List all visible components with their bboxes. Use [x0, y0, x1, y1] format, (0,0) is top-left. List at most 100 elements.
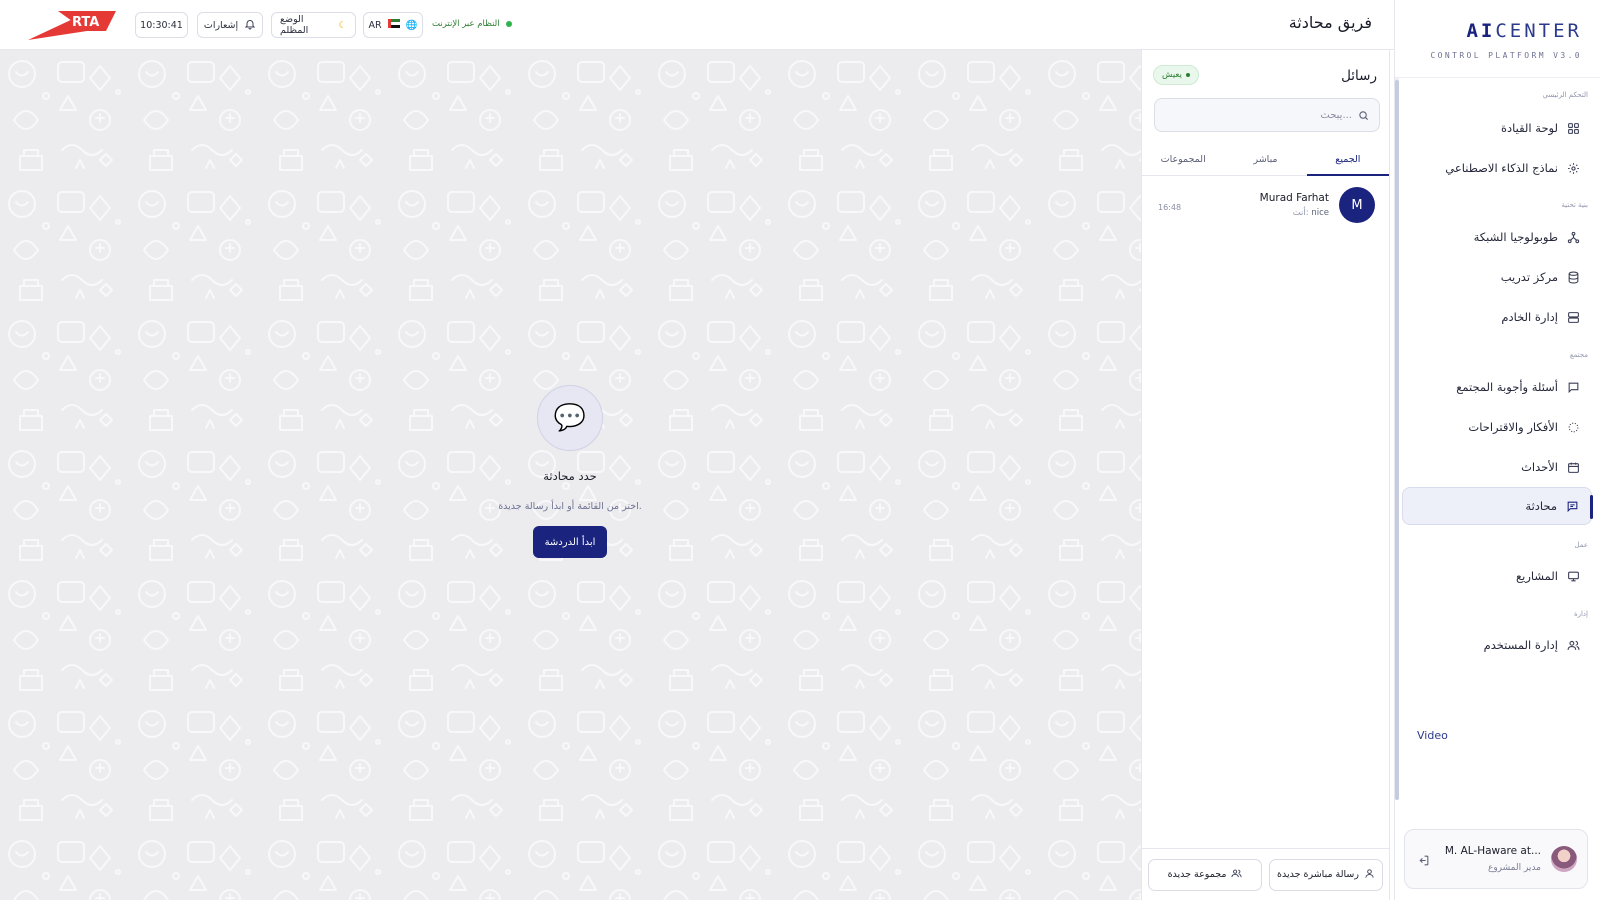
user-text: M. AL-Haware at... مدير المشروع: [1445, 845, 1541, 873]
live-dot: [1185, 73, 1190, 77]
empty-state-subtitle: اختر من القائمة أو ابدأ رسالة جديدة.: [498, 501, 642, 512]
rta-logo: RTA: [28, 9, 120, 47]
messages-actions: مجموعة جديدة رسالة مباشرة جديدة: [1142, 848, 1389, 900]
search-box: [1154, 98, 1380, 132]
new-direct-label: رسالة مباشرة جديدة: [1277, 869, 1359, 880]
brand-ai: AI: [1466, 20, 1496, 42]
page-title: فريق محادثة: [1288, 13, 1372, 32]
section-admin: إدارة: [1573, 610, 1588, 618]
brand-center: CENTER: [1495, 20, 1582, 42]
globe-icon: 🌐: [405, 19, 418, 31]
lightbulb-icon: [1566, 420, 1580, 434]
search-icon: [1358, 106, 1369, 125]
app-root: 💬 حدد محادثة اختر من القائمة أو ابدأ رسا…: [0, 0, 1600, 900]
clock: 10:30:41: [135, 12, 188, 38]
sidebar-item-chat[interactable]: محادثة: [1402, 487, 1593, 525]
empty-state: 💬 حدد محادثة اختر من القائمة أو ابدأ رسا…: [470, 385, 670, 558]
sidebar-item-label: لوحة القيادة: [1500, 121, 1558, 135]
sidebar-item-dashboard[interactable]: لوحة القيادة: [1402, 109, 1592, 147]
tab-groups[interactable]: المجموعات: [1142, 143, 1224, 175]
sidebar-item-community-qa[interactable]: أسئلة وأجوبة المجتمع: [1402, 368, 1592, 406]
tab-all[interactable]: الجميع: [1306, 143, 1390, 176]
database-icon: [1566, 270, 1580, 284]
sidebar-item-label: الأحداث: [1521, 460, 1558, 474]
uae-flag-icon: [387, 19, 400, 31]
empty-state-title: حدد محادثة: [543, 469, 597, 483]
section-work: عمل: [1574, 541, 1588, 549]
brand-subtitle: CONTROL PLATFORM V3.0: [1430, 51, 1582, 60]
messages-panel: رسائل يعيش الجميع مباشر المجموعات 16:48 …: [1141, 50, 1390, 900]
chat-icon: [1565, 499, 1579, 513]
bell-icon: [244, 18, 256, 33]
start-chat-button[interactable]: ابدأ الدردشة: [532, 526, 608, 558]
tab-direct[interactable]: مباشر: [1224, 143, 1306, 175]
conversation-you-prefix: أنت:: [1292, 208, 1309, 218]
conversation-text: Murad Farhat أنت: nice: [1260, 192, 1329, 218]
sidebar-item-label: إدارة المستخدم: [1483, 638, 1558, 652]
sidebar-item-training[interactable]: مركز تدريب: [1402, 258, 1592, 296]
chat-bubble-icon: 💬: [537, 385, 603, 451]
user-role: مدير المشروع: [1487, 863, 1541, 873]
user-icon: [1364, 868, 1375, 882]
sidebar-item-label: المشاريع: [1516, 569, 1558, 583]
sidebar-item-projects[interactable]: المشاريع: [1402, 557, 1592, 595]
search-input[interactable]: [1182, 109, 1352, 121]
monitor-icon: [1566, 569, 1580, 583]
live-label: يعيش: [1162, 70, 1182, 80]
conversation-last-text: nice: [1311, 208, 1329, 218]
conversation-item[interactable]: 16:48 Murad Farhat أنت: nice M: [1142, 183, 1389, 227]
chat-area: 💬 حدد محادثة اختر من القائمة أو ابدأ رسا…: [0, 50, 1141, 900]
system-status: النظام عبر الإنترنت: [432, 19, 512, 29]
user-card[interactable]: M. AL-Haware at... مدير المشروع: [1404, 829, 1588, 889]
sidebar-item-label: محادثة: [1525, 499, 1557, 513]
sidebar-item-label: نماذج الذكاء الاصطناعي: [1445, 161, 1558, 175]
sidebar-item-label: إدارة الخادم: [1501, 310, 1558, 324]
brand-title: AICENTER: [1395, 20, 1582, 42]
sidebar-item-label: طوبولوجيا الشبكة: [1473, 230, 1558, 244]
sidebar-scrollbar-thumb[interactable]: [1395, 80, 1399, 800]
conversation-name: Murad Farhat: [1259, 192, 1329, 204]
user-name: M. AL-Haware at...: [1444, 845, 1541, 857]
message-square-icon: [1566, 380, 1580, 394]
new-group-button[interactable]: مجموعة جديدة: [1148, 858, 1262, 891]
section-community: مجتمع: [1569, 351, 1588, 359]
sidebar-item-network[interactable]: طوبولوجيا الشبكة: [1402, 218, 1592, 256]
sidebar-item-user-management[interactable]: إدارة المستخدم: [1402, 626, 1592, 664]
sidebar-item-ai-models[interactable]: نماذج الذكاء الاصطناعي: [1402, 149, 1592, 187]
conversation-avatar: M: [1339, 187, 1375, 223]
conversation-time: 16:48: [1158, 203, 1182, 212]
moon-icon: ☾: [338, 19, 347, 31]
sidebar-item-ideas[interactable]: الأفكار والاقتراحات: [1402, 408, 1592, 446]
top-header: RTA 10:30:41 إشعارات الوضع المظلم ☾ AR 🌐…: [0, 0, 1394, 50]
language-selector[interactable]: AR 🌐: [363, 12, 423, 38]
dark-mode-label: الوضع المظلم: [280, 14, 309, 36]
new-direct-message-button[interactable]: رسالة مباشرة جديدة: [1269, 858, 1383, 891]
video-link[interactable]: Video: [1417, 729, 1448, 742]
new-group-label: مجموعة جديدة: [1167, 869, 1227, 880]
notifications-label: إشعارات: [203, 19, 239, 31]
network-icon: [1566, 230, 1580, 244]
dark-mode-toggle[interactable]: الوضع المظلم ☾: [271, 12, 356, 38]
logout-icon[interactable]: [1417, 852, 1430, 871]
dashboard-icon: [1566, 121, 1580, 135]
status-dot: [505, 21, 512, 27]
sidebar-item-server[interactable]: إدارة الخادم: [1402, 298, 1592, 336]
sidebar-item-label: الأفكار والاقتراحات: [1468, 420, 1558, 434]
rta-logo-text: RTA: [72, 15, 99, 30]
message-tabs: الجميع مباشر المجموعات: [1142, 143, 1390, 176]
conversation-last-message: أنت: nice: [1260, 208, 1329, 218]
server-icon: [1566, 310, 1580, 324]
messages-title: رسائل: [1341, 68, 1377, 84]
users-icon: [1231, 868, 1242, 882]
ai-models-icon: [1566, 161, 1580, 175]
notifications-button[interactable]: إشعارات: [197, 12, 263, 38]
status-label: النظام عبر الإنترنت: [432, 19, 500, 29]
live-badge: يعيش: [1153, 65, 1199, 85]
users-icon: [1566, 638, 1580, 652]
calendar-icon: [1566, 460, 1580, 474]
avatar: [1551, 846, 1577, 872]
sidebar-item-label: أسئلة وأجوبة المجتمع: [1456, 380, 1558, 394]
sidebar-item-label: مركز تدريب: [1500, 270, 1558, 284]
section-infra: بنية تحتية: [1561, 201, 1588, 209]
sidebar-item-events[interactable]: الأحداث: [1402, 448, 1592, 486]
